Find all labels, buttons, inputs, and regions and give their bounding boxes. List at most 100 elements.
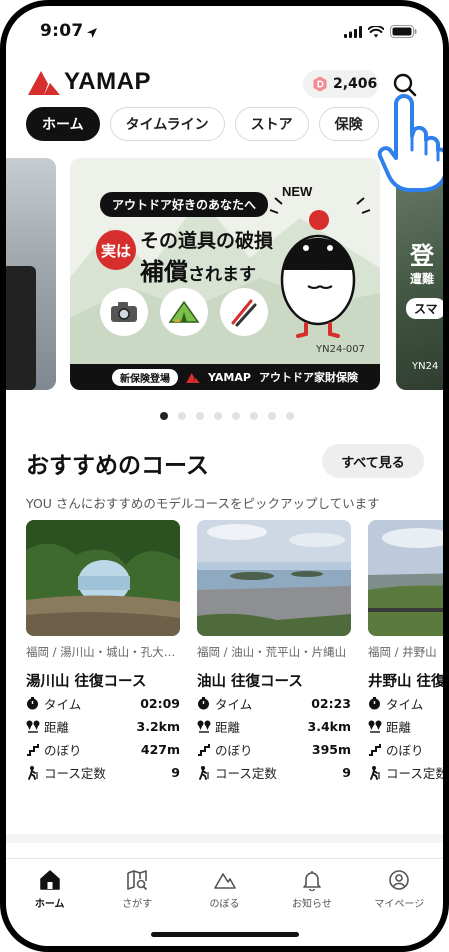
tab-store[interactable]: ストア: [234, 107, 309, 141]
status-bar: 9:07: [6, 6, 443, 56]
user-circle-icon: [389, 870, 410, 890]
nav-home[interactable]: ホーム: [6, 859, 93, 918]
stat-label: タイム: [44, 697, 82, 712]
carousel-dot[interactable]: [214, 412, 222, 420]
banner-headline-line1: その道具の破損: [140, 230, 274, 252]
course-photo: [197, 520, 351, 636]
carousel-dot[interactable]: [232, 412, 240, 420]
course-area: 福岡 / 油山・荒平山・片縄山: [197, 645, 347, 659]
stopwatch-icon: [197, 697, 215, 710]
nav-climb[interactable]: のぼる: [181, 859, 268, 918]
carousel-dot[interactable]: [286, 412, 294, 420]
stat-time: タイム: [368, 693, 443, 714]
signal-icon: [344, 23, 362, 42]
carousel-slide-prev[interactable]: [6, 158, 56, 390]
stairs-up-icon: [368, 743, 386, 756]
stat-distance: 距離: [368, 716, 443, 737]
carousel-dot[interactable]: [250, 412, 258, 420]
brand-name: YAMAP: [64, 68, 151, 95]
home-indicator[interactable]: [151, 932, 299, 937]
map-search-icon: [127, 870, 148, 891]
carousel-slide-next[interactable]: 登 遭難 スマ YN24: [396, 158, 443, 390]
banner-footer-text: アウトドア家財保険: [258, 371, 358, 384]
stat-label: タイム: [386, 697, 424, 712]
course-card[interactable]: 福岡 / 井野山 井野山 往復 タイム 距離 のぼり コース定数: [368, 520, 443, 783]
stat-label: のぼり: [44, 743, 82, 758]
distance-pin-icon: [26, 720, 44, 733]
distance-pin-icon: [197, 720, 215, 733]
carousel-dot[interactable]: [160, 412, 168, 420]
course-card[interactable]: 福岡 / 油山・荒平山・片縄山 油山 往復コース タイム 02:23 距離 3.…: [197, 520, 353, 783]
nav-label: のぼる: [209, 899, 240, 910]
stat-value: 9: [342, 765, 351, 780]
points-icon: [313, 76, 327, 92]
next-slide-subtitle: 遭難: [410, 272, 435, 286]
new-tag: NEW: [282, 184, 313, 199]
stat-label: コース定数: [215, 766, 277, 781]
stat-value: 02:23: [311, 696, 351, 711]
points-badge[interactable]: 2,406: [303, 70, 379, 98]
stat-time: タイム 02:23: [197, 693, 351, 714]
course-list: 福岡 / 湯川山・城山・孔大寺山 湯川山 往復コース タイム 02:09 距離 …: [26, 520, 443, 783]
stat-label: タイム: [215, 697, 253, 712]
nav-label: マイページ: [374, 899, 425, 910]
stat-label: コース定数: [386, 766, 443, 781]
course-name: 湯川山 往復コース: [26, 674, 147, 690]
bottle-image: [6, 266, 36, 390]
tap-hand-icon: [377, 94, 443, 192]
mountain-icon: [213, 873, 236, 889]
status-time: 9:07: [40, 21, 84, 41]
bottom-navigation: ホーム さがす のぼる お知らせ マイページ: [6, 858, 443, 918]
carousel-dot[interactable]: [178, 412, 186, 420]
points-value: 2,406: [333, 76, 378, 92]
tab-insurance[interactable]: 保険: [318, 107, 379, 141]
section-subtitle: YOU さんにおすすめのモデルコースをピックアップしています: [26, 496, 380, 511]
hiker-icon: [26, 765, 44, 780]
home-icon: [39, 870, 60, 890]
nav-notifications[interactable]: お知らせ: [268, 859, 355, 918]
nav-search[interactable]: さがす: [93, 859, 180, 918]
carousel-dot[interactable]: [268, 412, 276, 420]
banner-carousel[interactable]: アウトドア好きのあなたへ NEW 実は その道具の破損 補償されます YN24-…: [6, 158, 443, 394]
banner-headline-suffix: されます: [188, 265, 256, 285]
carousel-dots: [160, 412, 294, 420]
next-slide-title: 登: [410, 242, 434, 270]
battery-icon: [390, 23, 417, 42]
stat-label: コース定数: [44, 766, 106, 781]
stat-label: のぼり: [386, 743, 424, 758]
stat-value: 02:09: [140, 696, 180, 711]
hiker-icon: [197, 765, 215, 780]
mountain-logo-small-icon: [186, 372, 200, 383]
course-card[interactable]: 福岡 / 湯川山・城山・孔大寺山 湯川山 往復コース タイム 02:09 距離 …: [26, 520, 182, 783]
section-divider: [6, 834, 443, 843]
stat-value: 3.4km: [307, 719, 351, 734]
banner-footer-brand: YAMAP: [208, 370, 251, 384]
stairs-up-icon: [26, 743, 44, 756]
wifi-icon: [367, 23, 385, 42]
banner-lead-text: アウトドア好きのあなたへ: [100, 192, 269, 217]
stat-climb: のぼり 395m: [197, 739, 351, 760]
stat-constant: コース定数 9: [197, 762, 351, 783]
course-area: 福岡 / 湯川山・城山・孔大寺山: [26, 645, 180, 659]
banner-headline-emphasis: 補償: [140, 258, 188, 286]
course-photo: [368, 520, 443, 636]
see-all-button[interactable]: すべて見る: [322, 444, 424, 478]
carousel-slide-insurance[interactable]: アウトドア好きのあなたへ NEW 実は その道具の破損 補償されます YN24-…: [70, 158, 380, 390]
banner-footer-pill: 新保険登場: [112, 368, 178, 386]
stopwatch-icon: [368, 697, 386, 710]
banner-code: YN24-007: [316, 344, 366, 355]
stairs-up-icon: [197, 743, 215, 756]
location-arrow-icon: [86, 24, 98, 43]
nav-mypage[interactable]: マイページ: [356, 859, 443, 918]
course-area: 福岡 / 井野山: [368, 645, 437, 659]
carousel-dot[interactable]: [196, 412, 204, 420]
stat-label: 距離: [386, 720, 412, 735]
status-icons: [344, 23, 417, 42]
tab-timeline[interactable]: タイムライン: [109, 107, 225, 141]
stat-time: タイム 02:09: [26, 693, 180, 714]
camera-icon: [100, 288, 148, 336]
tab-home[interactable]: ホーム: [26, 107, 100, 141]
mountain-logo-icon: [28, 71, 60, 95]
yamap-logo: YAMAP: [28, 68, 151, 96]
course-name: 井野山 往復: [368, 674, 443, 690]
